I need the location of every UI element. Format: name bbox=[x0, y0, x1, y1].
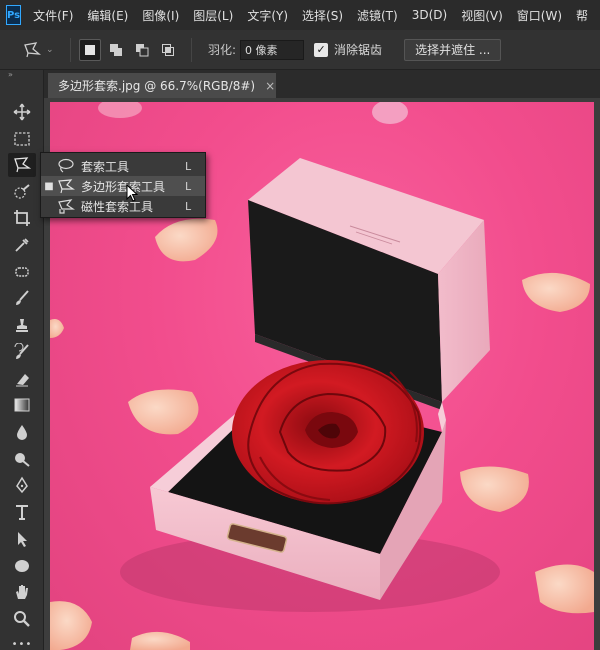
menu-layer[interactable]: 图层(L) bbox=[193, 7, 233, 24]
feather-label: 羽化: bbox=[208, 43, 237, 57]
eyedropper-icon bbox=[15, 238, 29, 252]
petal bbox=[50, 319, 64, 338]
close-icon[interactable]: × bbox=[265, 79, 275, 93]
chevron-down-icon: ⌄ bbox=[46, 44, 54, 55]
eraser-icon bbox=[16, 374, 29, 387]
subtract-selection-icon bbox=[136, 43, 149, 56]
eraser-tool[interactable] bbox=[8, 367, 36, 391]
antialias-label: 消除锯齿 bbox=[334, 43, 383, 57]
petal bbox=[522, 272, 590, 312]
antialias-checkbox[interactable]: ✓ bbox=[314, 42, 329, 57]
polygonal-lasso-icon bbox=[57, 178, 77, 194]
type-tool[interactable] bbox=[8, 500, 36, 524]
ellipse-icon bbox=[15, 560, 29, 572]
menu-3d[interactable]: 3D(D) bbox=[412, 8, 447, 22]
collapse-icon[interactable]: » bbox=[0, 70, 43, 84]
subtract-selection-button[interactable] bbox=[131, 39, 153, 61]
healing-brush-tool[interactable] bbox=[8, 260, 36, 284]
document-tabs: 多边形套索.jpg @ 66.7%(RGB/8#) × bbox=[44, 70, 600, 98]
pen-tool[interactable] bbox=[8, 473, 36, 497]
clone-stamp-icon bbox=[16, 319, 28, 332]
menu-select[interactable]: 选择(S) bbox=[302, 7, 343, 24]
marquee-tool[interactable] bbox=[8, 127, 36, 151]
move-tool[interactable] bbox=[8, 100, 36, 124]
zoom-icon bbox=[14, 611, 30, 627]
lasso-tool[interactable] bbox=[8, 153, 36, 177]
dodge-icon bbox=[15, 453, 30, 467]
select-and-mask-button[interactable]: 选择并遮住 ... bbox=[404, 38, 502, 61]
hand-tool[interactable] bbox=[8, 580, 36, 604]
menu-bar: Ps 文件(F) 编辑(E) 图像(I) 图层(L) 文字(Y) 选择(S) 滤… bbox=[0, 0, 600, 30]
add-to-selection-button[interactable] bbox=[105, 39, 127, 61]
document-tab-title: 多边形套索.jpg @ 66.7%(RGB/8#) bbox=[58, 79, 256, 93]
options-bar: ⌄ 羽化: ✓ 消除锯齿 选择并遮住 ... bbox=[0, 30, 600, 70]
menu-window[interactable]: 窗口(W) bbox=[517, 7, 562, 24]
healing-brush-icon bbox=[15, 267, 29, 277]
brush-icon bbox=[16, 290, 29, 305]
quick-select-icon bbox=[14, 184, 30, 199]
lasso-icon bbox=[57, 158, 77, 174]
brush-tool[interactable] bbox=[8, 286, 36, 310]
path-select-tool[interactable] bbox=[8, 527, 36, 551]
menu-file[interactable]: 文件(F) bbox=[33, 7, 73, 24]
eyedropper-tool[interactable] bbox=[8, 233, 36, 257]
petal bbox=[460, 466, 529, 512]
red-rose bbox=[232, 360, 424, 505]
flyout-item-magnetic-lasso[interactable]: 磁性套索工具 L bbox=[41, 196, 205, 216]
tools-panel: » ••• bbox=[0, 70, 44, 650]
blur-icon bbox=[17, 425, 27, 440]
magnetic-lasso-icon bbox=[57, 198, 77, 214]
more-tools-icon[interactable]: ••• bbox=[8, 632, 36, 650]
dodge-tool[interactable] bbox=[8, 447, 36, 471]
divider bbox=[70, 37, 71, 62]
zoom-tool[interactable] bbox=[8, 607, 36, 631]
new-selection-icon bbox=[85, 44, 95, 55]
marquee-icon bbox=[14, 132, 30, 146]
crop-tool[interactable] bbox=[8, 206, 36, 230]
new-selection-button[interactable] bbox=[79, 38, 101, 61]
type-icon bbox=[16, 505, 28, 520]
hand-icon bbox=[16, 585, 28, 599]
flyout-item-polygonal-lasso[interactable]: ■ 多边形套索工具 L bbox=[41, 176, 205, 196]
path-select-icon bbox=[18, 532, 27, 547]
gradient-icon bbox=[14, 398, 30, 412]
mouse-pointer-icon bbox=[126, 184, 139, 202]
divider bbox=[191, 37, 192, 62]
add-selection-icon bbox=[110, 43, 122, 56]
move-icon bbox=[13, 103, 31, 121]
history-brush-tool[interactable] bbox=[8, 340, 36, 364]
intersect-selection-icon bbox=[162, 43, 174, 56]
document-tab[interactable]: 多边形套索.jpg @ 66.7%(RGB/8#) × bbox=[48, 73, 276, 98]
petal bbox=[535, 564, 594, 614]
ellipse-tool[interactable] bbox=[8, 554, 36, 578]
flyout-item-lasso[interactable]: 套索工具 L bbox=[41, 156, 205, 176]
clone-stamp-tool[interactable] bbox=[8, 313, 36, 337]
tool-preset-picker[interactable]: ⌄ bbox=[22, 38, 62, 62]
menu-filter[interactable]: 滤镜(T) bbox=[357, 7, 398, 24]
intersect-selection-button[interactable] bbox=[157, 39, 179, 61]
menu-view[interactable]: 视图(V) bbox=[461, 7, 503, 24]
blur-tool[interactable] bbox=[8, 420, 36, 444]
polygonal-lasso-icon bbox=[24, 41, 42, 57]
gradient-tool[interactable] bbox=[8, 393, 36, 417]
quick-select-tool[interactable] bbox=[8, 180, 36, 204]
menu-image[interactable]: 图像(I) bbox=[142, 7, 179, 24]
crop-icon bbox=[14, 210, 30, 226]
pen-icon bbox=[16, 476, 28, 494]
history-brush-icon bbox=[14, 343, 29, 359]
photoshop-logo: Ps bbox=[6, 5, 22, 25]
feather-input[interactable] bbox=[240, 39, 305, 60]
selected-bullet-icon: ■ bbox=[44, 180, 54, 192]
polygonal-lasso-icon bbox=[14, 157, 31, 173]
petal bbox=[50, 601, 92, 650]
petal bbox=[155, 218, 218, 262]
petal bbox=[128, 389, 199, 435]
lasso-tools-flyout: 套索工具 L ■ 多边形套索工具 L 磁性套索工具 L bbox=[40, 152, 206, 218]
menu-edit[interactable]: 编辑(E) bbox=[87, 7, 128, 24]
petal bbox=[130, 631, 190, 650]
menu-type[interactable]: 文字(Y) bbox=[247, 7, 288, 24]
menu-help[interactable]: 帮 bbox=[576, 7, 588, 24]
